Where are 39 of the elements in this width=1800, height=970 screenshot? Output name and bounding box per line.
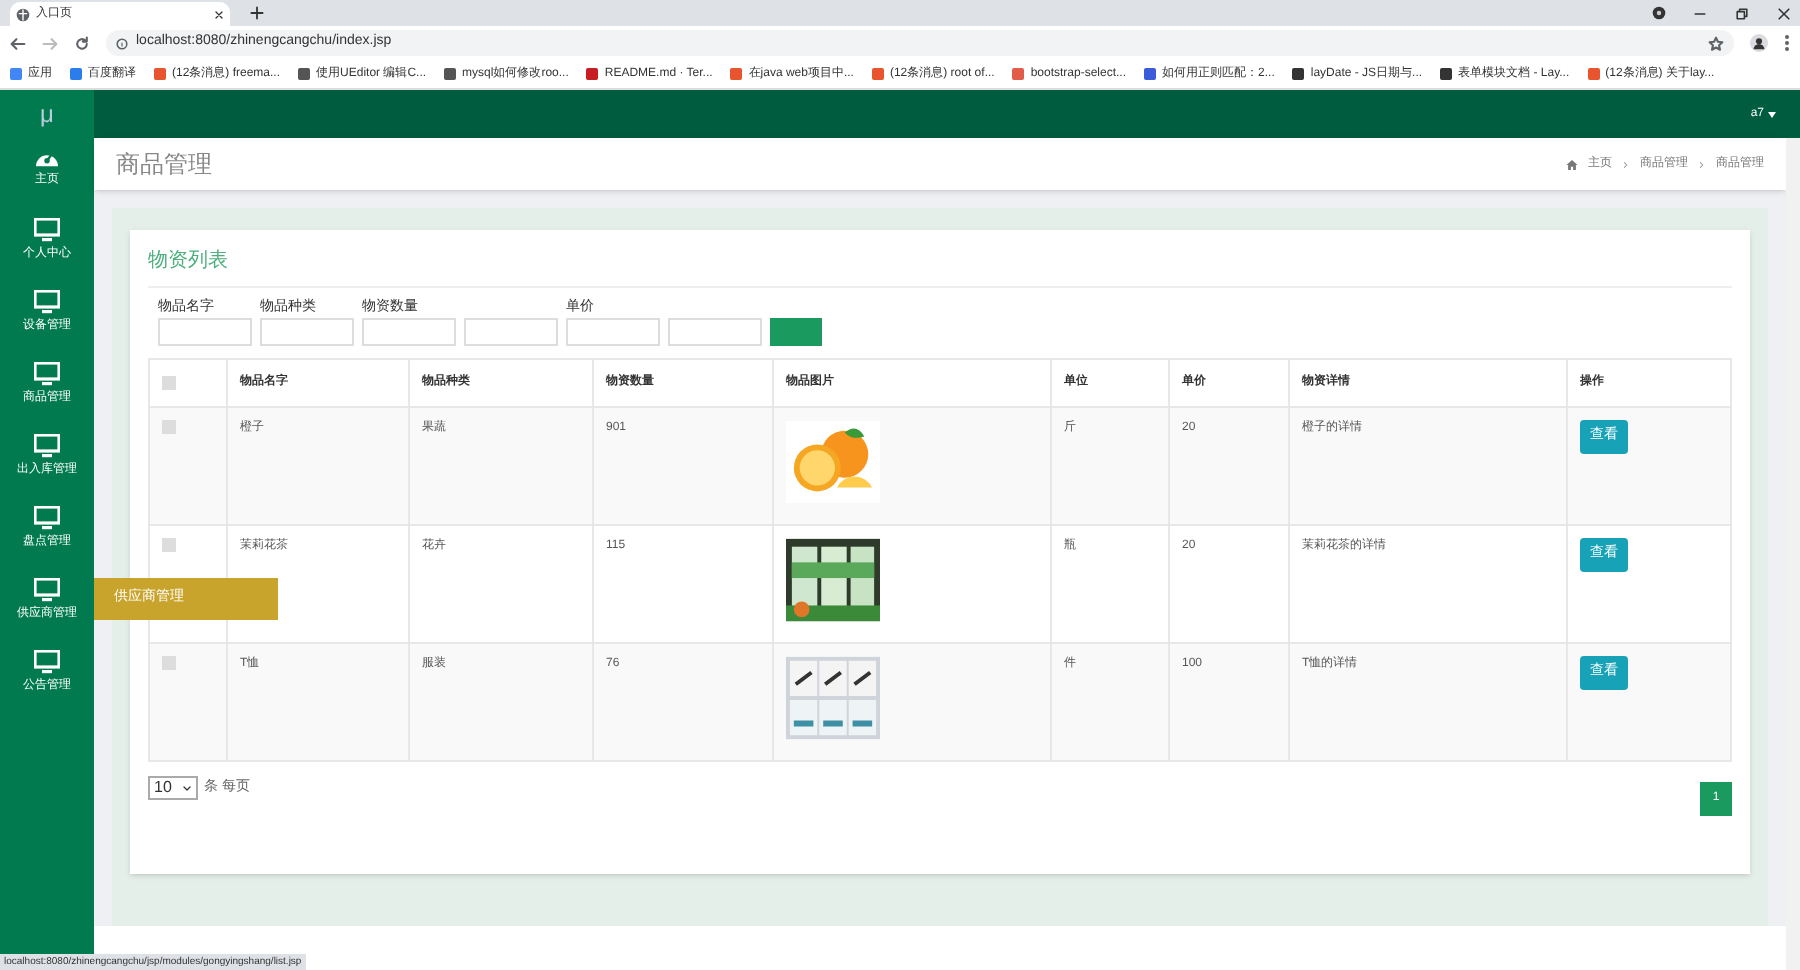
checkbox[interactable] [162,420,176,434]
input-field[interactable] [158,318,252,346]
chevron-icon [1622,159,1630,169]
input-field[interactable] [362,318,456,346]
monitor-icon [34,362,60,386]
new-tab-icon[interactable] [250,6,264,20]
home-icon [1566,159,1578,169]
menu-icon[interactable] [1784,34,1790,52]
minimize-icon[interactable] [1694,8,1706,20]
monitor-icon [34,578,60,602]
monitor-icon [34,434,60,458]
monitor-icon [34,218,60,242]
card-title: 物资列表 [148,246,1732,288]
profile-icon[interactable] [1750,34,1768,52]
page-title: 商品管理 [116,148,212,182]
page-size-select[interactable]: 10 [148,776,198,800]
caret-icon [182,783,192,793]
info-icon [116,37,128,49]
caret-icon[interactable] [1768,111,1776,117]
checkbox[interactable] [162,538,176,552]
close-icon[interactable] [214,9,224,19]
star-icon[interactable] [1708,35,1724,51]
input-field[interactable] [464,318,558,346]
logo: μ [0,90,94,138]
input-field[interactable] [260,318,354,346]
close-icon[interactable] [1778,8,1790,20]
restore-icon[interactable] [1736,8,1748,20]
chevron-icon [1698,159,1706,169]
input-field[interactable] [668,318,762,346]
monitor-icon [34,290,60,314]
checkbox[interactable] [162,376,176,390]
globe-icon [16,7,30,21]
monitor-icon [34,506,60,530]
reload-icon[interactable] [74,35,90,51]
account-circle-icon[interactable] [1652,6,1666,20]
back-icon[interactable] [10,35,26,51]
input-field[interactable] [566,318,660,346]
monitor-icon [34,650,60,674]
checkbox[interactable] [162,656,176,670]
